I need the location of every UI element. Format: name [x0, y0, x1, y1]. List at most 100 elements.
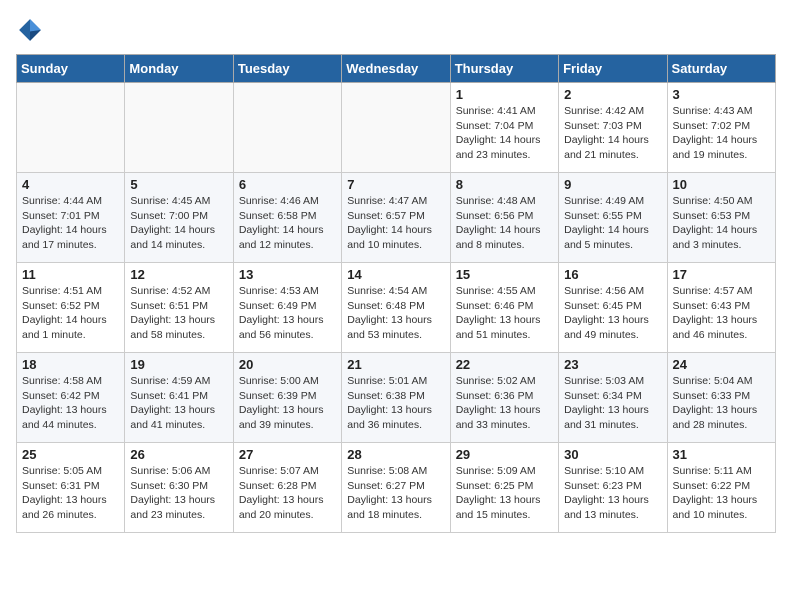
calendar-week-5: 25 Sunrise: 5:05 AM Sunset: 6:31 PM Dayli… — [17, 443, 776, 533]
logo — [16, 16, 48, 44]
calendar-cell — [125, 83, 233, 173]
calendar-cell: 20Sunrise: 5:00 AM Sunset: 6:39 PM Dayli… — [233, 353, 341, 443]
day-info: Sunrise: 4:56 AM Sunset: 6:45 PM Dayligh… — [564, 284, 661, 343]
day-info: Sunrise: 5:09 AM Sunset: 6:25 PM Dayligh… — [456, 464, 553, 523]
day-number: 9 — [564, 177, 661, 192]
day-number: 22 — [456, 357, 553, 372]
weekday-header-thursday: Thursday — [450, 55, 558, 83]
calendar-cell: 13 Sunrise: 4:53 AM Sunset: 6:49 PM Dayli… — [233, 263, 341, 353]
day-number: 30 — [564, 447, 661, 462]
day-number: 1 — [456, 87, 553, 102]
day-info: Sunrise: 4:54 AM Sunset: 6:48 PM Dayligh… — [347, 284, 444, 343]
calendar-cell: 23 Sunrise: 5:03 AM Sunset: 6:34 PM Dayli… — [559, 353, 667, 443]
calendar-cell — [17, 83, 125, 173]
day-info: Sunrise: 5:03 AM Sunset: 6:34 PM Dayligh… — [564, 374, 661, 433]
day-number: 4 — [22, 177, 119, 192]
day-info: Sunrise: 5:01 AM Sunset: 6:38 PM Dayligh… — [347, 374, 444, 433]
calendar-cell: 24 Sunrise: 5:04 AM Sunset: 6:33 PM Dayli… — [667, 353, 775, 443]
day-number: 7 — [347, 177, 444, 192]
calendar-cell: 6Sunrise: 4:46 AM Sunset: 6:58 PM Daylig… — [233, 173, 341, 263]
calendar-week-3: 11Sunrise: 4:51 AM Sunset: 6:52 PM Dayli… — [17, 263, 776, 353]
day-number: 6 — [239, 177, 336, 192]
calendar-cell: 16 Sunrise: 4:56 AM Sunset: 6:45 PM Dayli… — [559, 263, 667, 353]
day-info: Sunrise: 5:08 AM Sunset: 6:27 PM Dayligh… — [347, 464, 444, 523]
day-number: 26 — [130, 447, 227, 462]
day-number: 24 — [673, 357, 770, 372]
day-number: 16 — [564, 267, 661, 282]
calendar-week-4: 18 Sunrise: 4:58 AM Sunset: 6:42 PM Dayli… — [17, 353, 776, 443]
calendar-cell: 26 Sunrise: 5:06 AM Sunset: 6:30 PM Dayli… — [125, 443, 233, 533]
calendar-cell: 8Sunrise: 4:48 AM Sunset: 6:56 PM Daylig… — [450, 173, 558, 263]
day-info: Sunrise: 4:45 AM Sunset: 7:00 PM Dayligh… — [130, 194, 227, 253]
calendar-cell: 19 Sunrise: 4:59 AM Sunset: 6:41 PM Dayli… — [125, 353, 233, 443]
day-info: Sunrise: 5:05 AM Sunset: 6:31 PM Dayligh… — [22, 464, 119, 523]
calendar-cell: 17 Sunrise: 4:57 AM Sunset: 6:43 PM Dayli… — [667, 263, 775, 353]
day-info: Sunrise: 5:11 AM Sunset: 6:22 PM Dayligh… — [673, 464, 770, 523]
calendar-week-2: 4 Sunrise: 4:44 AM Sunset: 7:01 PM Daylig… — [17, 173, 776, 263]
calendar-cell: 31 Sunrise: 5:11 AM Sunset: 6:22 PM Dayli… — [667, 443, 775, 533]
day-info: Sunrise: 4:57 AM Sunset: 6:43 PM Dayligh… — [673, 284, 770, 343]
calendar-cell: 22 Sunrise: 5:02 AM Sunset: 6:36 PM Dayli… — [450, 353, 558, 443]
calendar-cell: 29Sunrise: 5:09 AM Sunset: 6:25 PM Dayli… — [450, 443, 558, 533]
page-header — [16, 16, 776, 44]
calendar-cell: 11Sunrise: 4:51 AM Sunset: 6:52 PM Dayli… — [17, 263, 125, 353]
day-number: 18 — [22, 357, 119, 372]
logo-icon — [16, 16, 44, 44]
calendar-cell: 14 Sunrise: 4:54 AM Sunset: 6:48 PM Dayli… — [342, 263, 450, 353]
day-number: 10 — [673, 177, 770, 192]
day-info: Sunrise: 5:06 AM Sunset: 6:30 PM Dayligh… — [130, 464, 227, 523]
day-info: Sunrise: 5:07 AM Sunset: 6:28 PM Dayligh… — [239, 464, 336, 523]
day-number: 19 — [130, 357, 227, 372]
day-number: 23 — [564, 357, 661, 372]
day-info: Sunrise: 4:49 AM Sunset: 6:55 PM Dayligh… — [564, 194, 661, 253]
calendar-cell: 5 Sunrise: 4:45 AM Sunset: 7:00 PM Daylig… — [125, 173, 233, 263]
calendar-cell: 18 Sunrise: 4:58 AM Sunset: 6:42 PM Dayli… — [17, 353, 125, 443]
day-info: Sunrise: 4:43 AM Sunset: 7:02 PM Dayligh… — [673, 104, 770, 163]
day-number: 27 — [239, 447, 336, 462]
day-number: 31 — [673, 447, 770, 462]
calendar-cell: 28 Sunrise: 5:08 AM Sunset: 6:27 PM Dayli… — [342, 443, 450, 533]
day-info: Sunrise: 4:53 AM Sunset: 6:49 PM Dayligh… — [239, 284, 336, 343]
calendar-cell: 4 Sunrise: 4:44 AM Sunset: 7:01 PM Daylig… — [17, 173, 125, 263]
day-number: 25 — [22, 447, 119, 462]
calendar-cell: 25 Sunrise: 5:05 AM Sunset: 6:31 PM Dayli… — [17, 443, 125, 533]
day-info: Sunrise: 4:58 AM Sunset: 6:42 PM Dayligh… — [22, 374, 119, 433]
calendar-cell: 21 Sunrise: 5:01 AM Sunset: 6:38 PM Dayli… — [342, 353, 450, 443]
weekday-header-tuesday: Tuesday — [233, 55, 341, 83]
calendar-cell: 27 Sunrise: 5:07 AM Sunset: 6:28 PM Dayli… — [233, 443, 341, 533]
day-info: Sunrise: 4:55 AM Sunset: 6:46 PM Dayligh… — [456, 284, 553, 343]
day-number: 17 — [673, 267, 770, 282]
calendar-cell: 7 Sunrise: 4:47 AM Sunset: 6:57 PM Daylig… — [342, 173, 450, 263]
calendar-cell: 2Sunrise: 4:42 AM Sunset: 7:03 PM Daylig… — [559, 83, 667, 173]
day-info: Sunrise: 5:00 AM Sunset: 6:39 PM Dayligh… — [239, 374, 336, 433]
day-number: 13 — [239, 267, 336, 282]
day-info: Sunrise: 4:44 AM Sunset: 7:01 PM Dayligh… — [22, 194, 119, 253]
day-number: 2 — [564, 87, 661, 102]
day-number: 3 — [673, 87, 770, 102]
day-number: 12 — [130, 267, 227, 282]
calendar-cell: 10 Sunrise: 4:50 AM Sunset: 6:53 PM Dayli… — [667, 173, 775, 263]
day-info: Sunrise: 4:50 AM Sunset: 6:53 PM Dayligh… — [673, 194, 770, 253]
calendar-cell: 9 Sunrise: 4:49 AM Sunset: 6:55 PM Daylig… — [559, 173, 667, 263]
weekday-header-sunday: Sunday — [17, 55, 125, 83]
day-info: Sunrise: 5:04 AM Sunset: 6:33 PM Dayligh… — [673, 374, 770, 433]
calendar-cell: 1Sunrise: 4:41 AM Sunset: 7:04 PM Daylig… — [450, 83, 558, 173]
day-info: Sunrise: 5:02 AM Sunset: 6:36 PM Dayligh… — [456, 374, 553, 433]
day-number: 5 — [130, 177, 227, 192]
calendar-cell: 30 Sunrise: 5:10 AM Sunset: 6:23 PM Dayli… — [559, 443, 667, 533]
day-info: Sunrise: 4:59 AM Sunset: 6:41 PM Dayligh… — [130, 374, 227, 433]
weekday-header-monday: Monday — [125, 55, 233, 83]
day-number: 28 — [347, 447, 444, 462]
weekday-header-saturday: Saturday — [667, 55, 775, 83]
day-info: Sunrise: 5:10 AM Sunset: 6:23 PM Dayligh… — [564, 464, 661, 523]
calendar-cell: 15Sunrise: 4:55 AM Sunset: 6:46 PM Dayli… — [450, 263, 558, 353]
day-info: Sunrise: 4:47 AM Sunset: 6:57 PM Dayligh… — [347, 194, 444, 253]
calendar-table: SundayMondayTuesdayWednesdayThursdayFrid… — [16, 54, 776, 533]
day-number: 21 — [347, 357, 444, 372]
weekday-header-wednesday: Wednesday — [342, 55, 450, 83]
day-info: Sunrise: 4:48 AM Sunset: 6:56 PM Dayligh… — [456, 194, 553, 253]
day-number: 14 — [347, 267, 444, 282]
calendar-cell: 12 Sunrise: 4:52 AM Sunset: 6:51 PM Dayli… — [125, 263, 233, 353]
calendar-cell — [342, 83, 450, 173]
day-info: Sunrise: 4:52 AM Sunset: 6:51 PM Dayligh… — [130, 284, 227, 343]
